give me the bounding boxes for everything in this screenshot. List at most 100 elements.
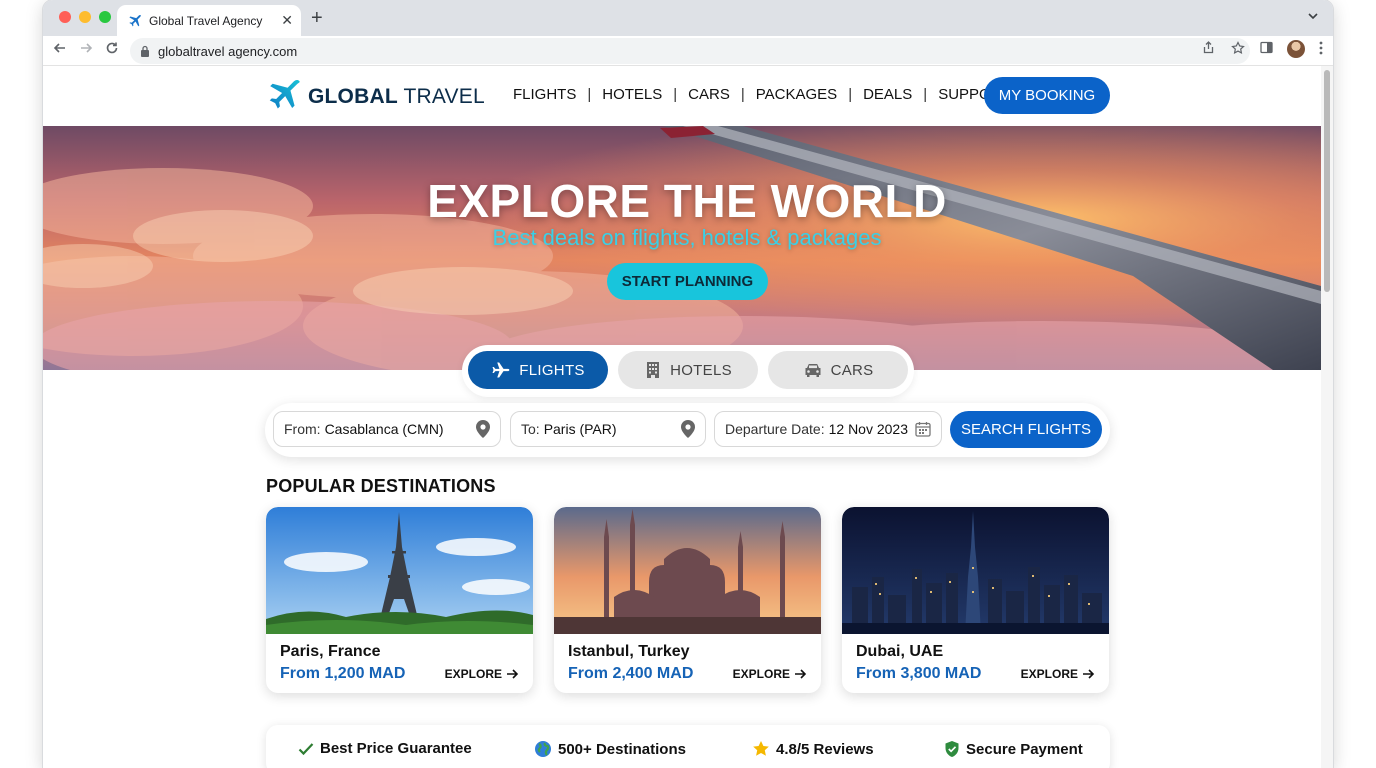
arrow-right-icon — [795, 669, 807, 679]
dubai-skyline-image — [842, 507, 1109, 634]
explore-link[interactable]: EXPLORE — [1021, 667, 1095, 681]
back-arrow-icon[interactable] — [53, 41, 67, 61]
toolbar-right-actions — [1260, 40, 1323, 58]
page-scrollbar[interactable] — [1321, 66, 1333, 768]
sidebar-toggle-icon[interactable] — [1260, 41, 1273, 57]
browser-menu-icon[interactable] — [1319, 41, 1323, 58]
browser-toolbar: globaltravel agency.com — [43, 36, 1333, 66]
logo-text-bold: GLOBAL — [308, 85, 398, 108]
tab-search-chevron-icon[interactable] — [1307, 10, 1319, 25]
tab-hotels[interactable]: HOTELS — [618, 351, 758, 389]
explore-label: EXPLORE — [732, 667, 790, 681]
scrollbar-thumb[interactable] — [1324, 70, 1330, 292]
nav-separator: | — [673, 86, 678, 103]
minimize-window-button[interactable] — [79, 11, 91, 23]
url-text: globaltravel agency.com — [158, 43, 298, 59]
tab-close-icon[interactable]: ✕ — [281, 12, 293, 29]
tab-hotels-label: HOTELS — [670, 361, 732, 379]
main-navigation: FLIGHTS | HOTELS | CARS | PACKAGES | DEA… — [513, 86, 1010, 103]
tab-title: Global Travel Agency — [149, 13, 263, 28]
date-value: 12 Nov 2023 — [828, 421, 909, 437]
tab-cars-label: CARS — [830, 361, 874, 379]
destination-card-istanbul[interactable]: Istanbul, Turkey From 2,400 MAD EXPLORE — [554, 507, 821, 693]
browser-tab-bar: Global Travel Agency ✕ + — [43, 0, 1333, 36]
bookmark-star-icon[interactable] — [1231, 40, 1245, 58]
nav-separator: | — [848, 86, 853, 103]
explore-link[interactable]: EXPLORE — [733, 667, 807, 681]
nav-cars[interactable]: CARS — [688, 86, 730, 103]
features-bar: Best Price Guarantee 500+ Destinations 4… — [266, 725, 1110, 768]
tab-flights-label: FLIGHTS — [519, 361, 585, 379]
hero-banner: EXPLORE THE WORLD Best deals on flights,… — [43, 126, 1321, 370]
from-label: From: — [284, 421, 321, 437]
hero-title: EXPLORE THE WORLD — [427, 175, 947, 227]
location-pin-icon — [681, 420, 695, 438]
address-bar-actions — [1202, 36, 1245, 62]
arrow-right-icon — [1083, 669, 1095, 679]
departure-date-field[interactable]: Departure Date: 12 Nov 2023 — [714, 411, 942, 447]
from-field[interactable]: From: Casablanca (CMN) — [273, 411, 501, 447]
card-price: From 2,400 MAD — [568, 665, 694, 682]
destination-card-paris[interactable]: Paris, France From 1,200 MAD EXPLORE — [266, 507, 533, 693]
logo-text-light: TRAVEL — [403, 85, 485, 108]
maximize-window-button[interactable] — [99, 11, 111, 23]
forward-arrow-icon[interactable] — [79, 41, 93, 61]
site-header: GLOBAL TRAVEL FLIGHTS | HOTELS | CARS | … — [43, 66, 1321, 126]
card-name: Paris, France — [280, 643, 381, 660]
feature-secure-payment: Secure Payment — [944, 740, 1083, 758]
nav-flights[interactable]: FLIGHTS — [513, 86, 576, 103]
feature-best-price: Best Price Guarantee — [298, 740, 472, 757]
plane-icon — [492, 362, 510, 378]
nav-separator: | — [740, 86, 745, 103]
start-planning-button[interactable]: START PLANNING — [607, 263, 768, 300]
browser-window: Global Travel Agency ✕ + globaltravel ag… — [43, 0, 1333, 768]
location-pin-icon — [476, 420, 490, 438]
card-name: Istanbul, Turkey — [568, 643, 690, 660]
new-tab-button[interactable]: + — [311, 7, 323, 29]
nav-separator: | — [587, 86, 592, 103]
star-icon — [752, 740, 770, 758]
lock-icon — [141, 45, 149, 57]
from-value: Casablanca (CMN) — [324, 421, 444, 437]
window-controls — [59, 11, 111, 23]
card-price: From 3,800 MAD — [856, 665, 982, 682]
date-label: Departure Date: — [725, 421, 825, 437]
eiffel-tower-image — [266, 507, 533, 634]
profile-avatar[interactable] — [1287, 40, 1305, 58]
tab-cars[interactable]: CARS — [768, 351, 908, 389]
arrow-right-icon — [507, 669, 519, 679]
web-page: GLOBAL TRAVEL FLIGHTS | HOTELS | CARS | … — [43, 66, 1321, 768]
nav-hotels[interactable]: HOTELS — [602, 86, 662, 103]
feature-label: Secure Payment — [966, 740, 1083, 758]
popular-destinations-title: POPULAR DESTINATIONS — [266, 476, 496, 496]
search-flights-button[interactable]: SEARCH FLIGHTS — [950, 411, 1102, 448]
card-name: Dubai, UAE — [856, 643, 944, 660]
browser-tab[interactable]: Global Travel Agency ✕ — [117, 5, 301, 36]
plane-favicon-icon — [129, 14, 141, 26]
building-icon — [647, 362, 660, 378]
explore-label: EXPLORE — [1020, 667, 1078, 681]
nav-packages[interactable]: PACKAGES — [756, 86, 837, 103]
tab-flights[interactable]: FLIGHTS — [468, 351, 608, 389]
nav-deals[interactable]: DEALS — [863, 86, 912, 103]
feature-label: 4.8/5 Reviews — [776, 740, 874, 758]
site-logo[interactable]: GLOBAL TRAVEL — [265, 78, 485, 116]
destination-card-dubai[interactable]: Dubai, UAE From 3,800 MAD EXPLORE — [842, 507, 1109, 693]
close-window-button[interactable] — [59, 11, 71, 23]
to-field[interactable]: To: Paris (PAR) — [510, 411, 706, 447]
feature-label: Best Price Guarantee — [320, 740, 472, 757]
explore-label: EXPLORE — [444, 667, 502, 681]
shield-icon — [944, 740, 960, 758]
reload-icon[interactable] — [105, 41, 119, 61]
address-bar[interactable]: globaltravel agency.com — [130, 38, 1250, 64]
flight-search-bar: From: Casablanca (CMN) To: Paris (PAR) D… — [265, 403, 1110, 457]
calendar-icon — [915, 422, 931, 437]
share-icon[interactable] — [1202, 41, 1215, 57]
explore-link[interactable]: EXPLORE — [445, 667, 519, 681]
feature-destinations: 500+ Destinations — [534, 740, 686, 758]
to-value: Paris (PAR) — [543, 421, 617, 437]
card-price: From 1,200 MAD — [280, 665, 406, 682]
search-mode-tabs: FLIGHTS HOTELS CARS — [462, 345, 914, 397]
feature-label: 500+ Destinations — [558, 740, 686, 758]
my-booking-button[interactable]: MY BOOKING — [984, 77, 1110, 114]
